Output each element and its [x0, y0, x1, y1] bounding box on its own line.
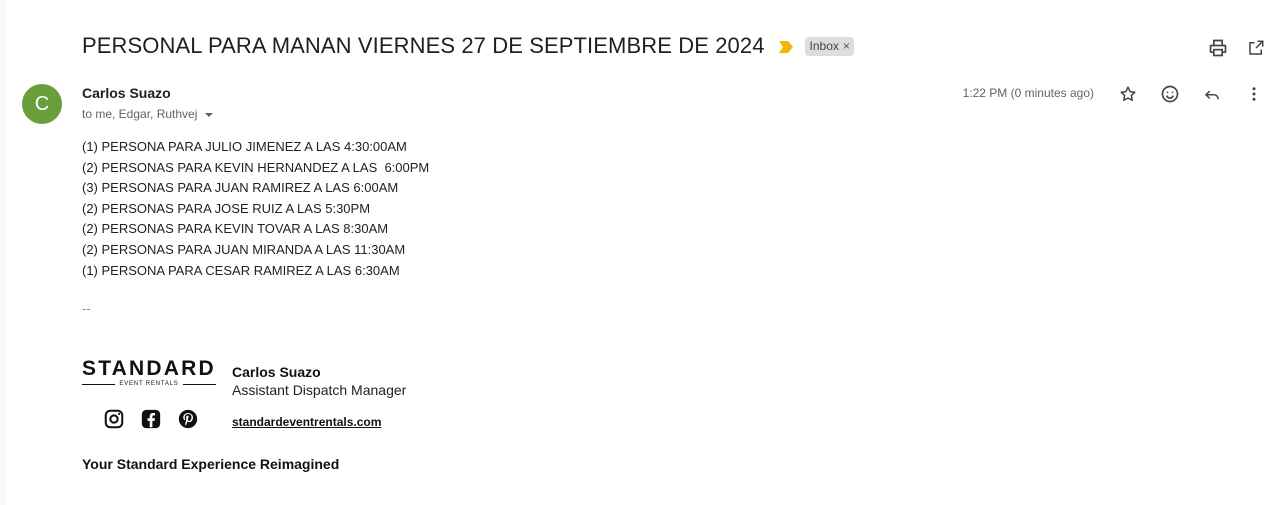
- signature-name: Carlos Suazo: [232, 364, 321, 380]
- body-line: (2) PERSONAS PARA KEVIN HERNANDEZ A LAS …: [82, 159, 430, 175]
- open-in-new-window-icon[interactable]: [1246, 38, 1266, 58]
- message-actions: [1118, 84, 1264, 104]
- signature-tagline: Your Standard Experience Reimagined: [82, 456, 340, 472]
- body-line: (1) PERSONA PARA CESAR RAMIREZ A LAS 6:3…: [82, 262, 400, 278]
- more-vert-icon[interactable]: [1244, 84, 1264, 104]
- left-panel-edge: [0, 0, 6, 505]
- importance-marker-icon[interactable]: [778, 40, 793, 53]
- social-links: [102, 407, 199, 430]
- label-text: Inbox: [809, 38, 839, 53]
- logo-rule: [182, 383, 217, 385]
- remove-label-button[interactable]: ×: [843, 39, 850, 53]
- body-line: (1) PERSONA PARA JULIO JIMENEZ A LAS 4:3…: [82, 139, 407, 154]
- body-line: (2) PERSONAS PARA JOSE RUIZ A LAS 5:30PM: [82, 200, 371, 216]
- logo-wordmark: STANDARD: [82, 357, 216, 380]
- sender-name[interactable]: Carlos Suazo: [82, 85, 171, 101]
- recipients-line: to me, Edgar, Ruthvej: [82, 107, 214, 121]
- body-line: (2) PERSONAS PARA JUAN MIRANDA A LAS 11:…: [82, 241, 406, 257]
- recipients-text: to me, Edgar, Ruthvej: [82, 107, 198, 121]
- facebook-icon[interactable]: [139, 407, 162, 430]
- pinterest-icon[interactable]: [176, 407, 199, 430]
- instagram-icon[interactable]: [102, 407, 125, 430]
- subject-row: PERSONAL PARA MANAN VIERNES 27 DE SEPTIE…: [82, 33, 854, 59]
- email-timestamp: 1:22 PM (0 minutes ago): [962, 86, 1094, 100]
- logo-subline: EVENT RENTALS: [82, 381, 217, 387]
- body-line: (3) PERSONAS PARA JUAN RAMIREZ A LAS 6:0…: [82, 180, 399, 196]
- signature-title: Assistant Dispatch Manager: [232, 382, 407, 398]
- website-link[interactable]: standardeventrentals.com: [232, 415, 381, 429]
- show-details-dropdown-icon[interactable]: [205, 113, 214, 117]
- reply-icon[interactable]: [1202, 84, 1222, 104]
- emoji-icon[interactable]: [1160, 84, 1180, 104]
- email-body: (1) PERSONA PARA JULIO JIMENEZ A LAS 4:3…: [82, 137, 429, 281]
- body-line: (2) PERSONAS PARA KEVIN TOVAR A LAS 8:30…: [82, 221, 389, 237]
- company-logo: STANDARD EVENT RENTALS: [82, 358, 222, 387]
- star-icon[interactable]: [1118, 84, 1138, 104]
- logo-rule: [82, 383, 116, 385]
- print-icon[interactable]: [1208, 38, 1228, 58]
- logo-subtitle: EVENT RENTALS: [119, 381, 179, 387]
- inbox-label-chip[interactable]: Inbox ×: [804, 36, 854, 56]
- signature-separator: --: [82, 301, 91, 316]
- sender-avatar[interactable]: C: [22, 84, 62, 124]
- email-subject: PERSONAL PARA MANAN VIERNES 27 DE SEPTIE…: [82, 33, 765, 58]
- thread-actions: [1208, 38, 1266, 58]
